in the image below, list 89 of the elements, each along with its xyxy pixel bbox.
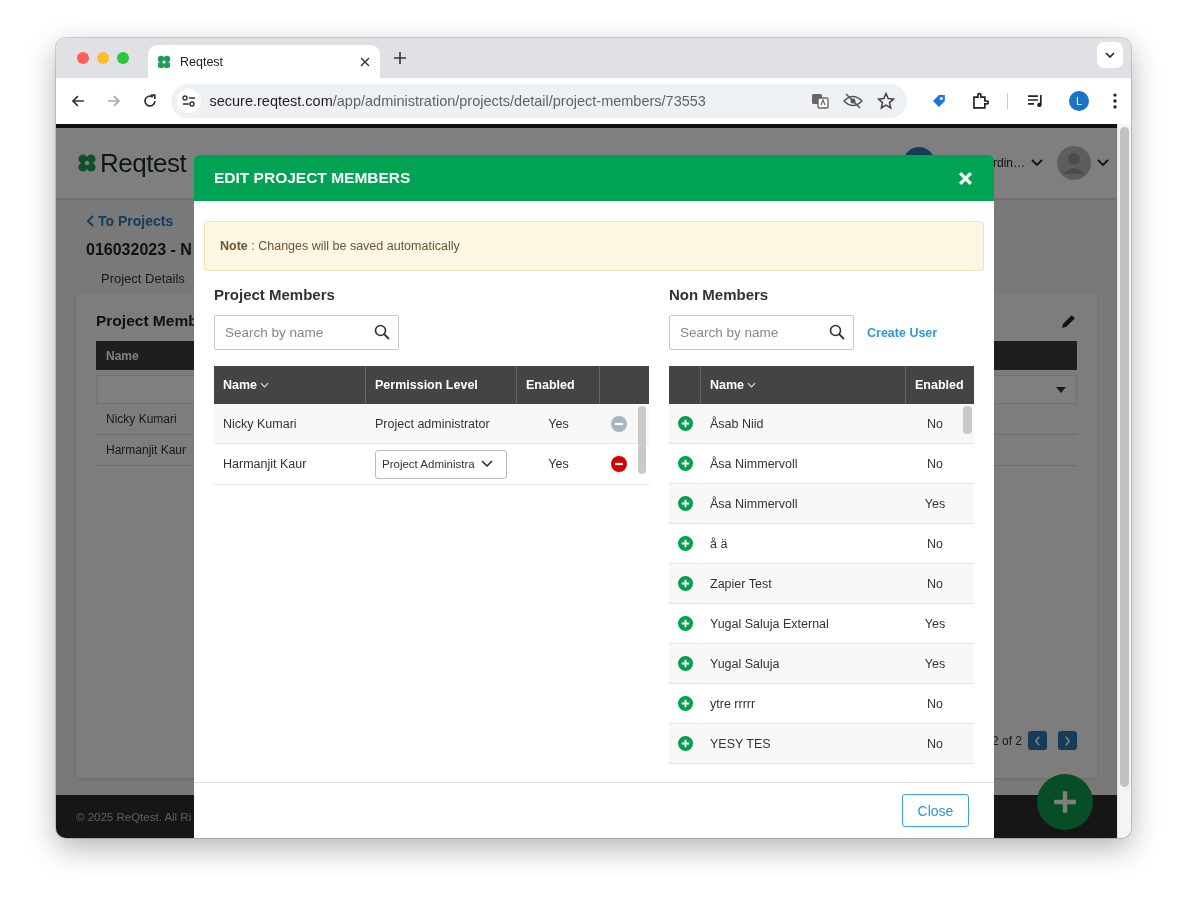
add-icon[interactable] <box>677 536 693 551</box>
search-icon[interactable] <box>374 324 390 340</box>
column-header[interactable]: Enabled <box>906 366 974 404</box>
chevron-right-icon <box>1064 735 1071 746</box>
chevron-down-icon[interactable] <box>1097 159 1109 167</box>
user-name[interactable]: rdin… <box>993 156 1025 170</box>
chevron-down-icon <box>480 460 493 468</box>
star-icon[interactable] <box>876 92 895 110</box>
table-cell-text: Yes <box>923 495 947 513</box>
sort-caret-icon[interactable] <box>260 382 270 388</box>
chevron-down-icon <box>1105 52 1115 58</box>
table-cell-text: YESY TES <box>709 735 772 753</box>
add-icon[interactable] <box>677 736 693 751</box>
flower-logo-icon <box>156 53 172 70</box>
section-heading: Non Members <box>669 286 770 304</box>
eye-slash-icon[interactable] <box>842 93 863 109</box>
tab[interactable]: Project Details <box>101 271 185 286</box>
copyright-text: © 2025 ReQtest. All Ri <box>76 810 192 823</box>
project-title: 016032023 - N <box>86 241 192 259</box>
tab-search-button[interactable] <box>1097 42 1123 68</box>
add-icon[interactable] <box>677 616 693 631</box>
table-cell-text: Åsa Nimmervoll <box>709 495 799 513</box>
table-cell: Harmanjit Kaur <box>106 443 187 457</box>
previous-page-button[interactable] <box>1028 731 1047 750</box>
site-settings-icon[interactable] <box>177 89 202 113</box>
sort-caret-icon[interactable] <box>747 382 757 388</box>
add-icon[interactable] <box>677 496 693 511</box>
permission-dropdown[interactable]: Project Administra <box>375 449 507 479</box>
menu-icon[interactable] <box>1113 93 1117 109</box>
add-icon[interactable] <box>677 456 693 471</box>
scrollbar[interactable] <box>638 406 646 474</box>
forward-arrow-icon[interactable] <box>105 93 122 109</box>
address-bar[interactable]: secure.reqtest.com/app/administration/projects/detail/project-members/73553 <box>171 84 907 118</box>
url-text: secure.reqtest.com/app/administration/projects/detail/project-members/73553 <box>209 93 707 109</box>
table-cell-text: Åsab Niid <box>709 415 765 433</box>
table-cell-text: No <box>926 535 944 553</box>
table-cell-text: Yugal Saluja External <box>709 615 830 633</box>
scrollbar[interactable] <box>963 406 972 434</box>
table-cell-text: No <box>926 695 944 713</box>
table-cell: Nicky Kumari <box>106 412 177 426</box>
table-cell-text: Yugal Saluja <box>709 655 781 673</box>
back-arrow-icon[interactable] <box>70 93 86 109</box>
note-text: Note : Changes will be saved automatically <box>220 239 460 253</box>
add-icon[interactable] <box>677 576 693 591</box>
tag-icon[interactable] <box>930 93 947 109</box>
tab-title: Reqtest <box>180 54 225 69</box>
new-tab-icon[interactable] <box>394 52 406 64</box>
table-cell-text: å ä <box>709 535 729 553</box>
search-field[interactable]: Search by name <box>214 315 399 350</box>
caret-icon[interactable] <box>1056 386 1066 393</box>
window-close-button[interactable] <box>77 52 89 64</box>
table-cell-text: No <box>926 415 944 433</box>
chevron-left-icon <box>1034 735 1041 746</box>
chevron-down-icon[interactable] <box>1031 159 1043 167</box>
table-cell-text: Yes <box>923 615 947 633</box>
table-cell-text: Zapier Test <box>709 575 773 593</box>
table-cell-text: No <box>926 455 944 473</box>
add-icon[interactable] <box>677 656 693 671</box>
table-cell-text: Yes <box>547 415 570 433</box>
table-cell-text: Harmanjit Kaur <box>222 456 308 473</box>
pencil-icon[interactable] <box>1060 312 1077 330</box>
reload-icon[interactable] <box>141 93 158 109</box>
search-icon[interactable] <box>829 324 845 340</box>
table-cell-text: Nicky Kumari <box>222 415 298 433</box>
scrollbar[interactable] <box>1120 127 1129 787</box>
translate-icon[interactable] <box>810 92 829 110</box>
profile-avatar[interactable]: L <box>1069 91 1090 111</box>
table-cell-text: No <box>926 575 944 593</box>
chevron-left-icon <box>86 215 94 227</box>
table-cell-text: Yes <box>547 456 570 473</box>
add-icon[interactable] <box>677 696 693 711</box>
section-heading: Project Members <box>214 286 336 304</box>
logo-text: Reqtest <box>100 147 187 179</box>
table-cell-text: Yes <box>923 655 947 673</box>
column-header[interactable]: Name <box>106 348 139 363</box>
remove-icon[interactable] <box>610 456 627 472</box>
browser-tab[interactable]: Reqtest <box>148 45 380 78</box>
dialog-title: EDIT PROJECT MEMBERS <box>214 169 411 187</box>
table-cell-text: Project administrator <box>374 415 491 433</box>
add-icon[interactable] <box>677 416 693 431</box>
table-cell-text: No <box>926 735 944 753</box>
close-icon[interactable] <box>360 56 370 67</box>
flower-logo-icon <box>76 152 98 174</box>
search-field[interactable]: Search by name <box>669 315 854 350</box>
table-cell-text: Åsa Nimmervoll <box>709 455 799 473</box>
table-cell-text: ytre rrrrr <box>709 695 757 713</box>
plus-icon <box>1052 789 1078 815</box>
next-page-button[interactable] <box>1058 731 1077 750</box>
puzzle-icon[interactable] <box>970 92 989 110</box>
